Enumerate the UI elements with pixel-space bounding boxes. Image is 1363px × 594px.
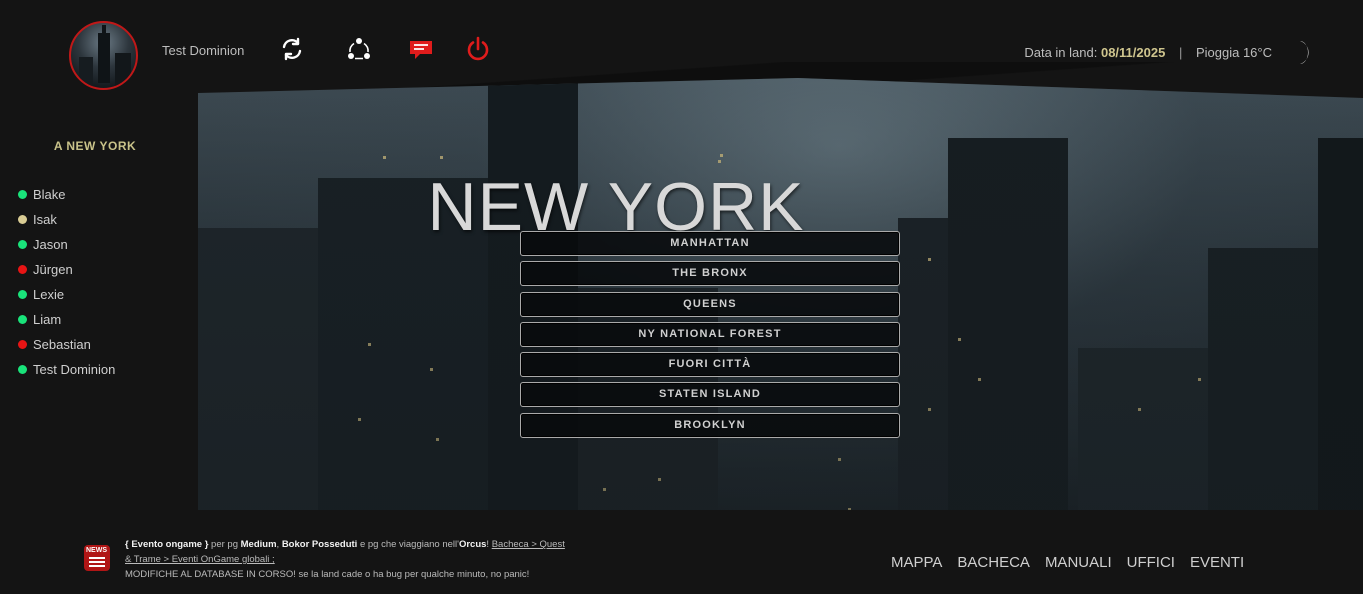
land-info: Data in land: 08/11/2025 | Pioggia 16°C xyxy=(1024,45,1272,60)
news-icon[interactable]: NEWS xyxy=(84,545,110,571)
news-line-2: MODIFICHE AL DATABASE IN CORSO! se la la… xyxy=(125,569,530,580)
land-date: 08/11/2025 xyxy=(1100,45,1166,60)
news-ticker: { Evento ongame } per pg Medium, Bokor P… xyxy=(125,537,565,582)
online-sidebar: A NEW YORK Blake Isak Jason Jürgen Lexie Liam… xyxy=(0,100,198,510)
district-button[interactable]: BROOKLYN xyxy=(520,412,900,438)
avatar-building xyxy=(115,53,131,88)
share-icon[interactable] xyxy=(346,36,372,62)
online-user-item[interactable]: Liam xyxy=(18,307,115,332)
status-dot-icon xyxy=(18,265,27,274)
news-event-tag: { Evento ongame } xyxy=(125,539,209,550)
news-bokor: Bokor Posseduti xyxy=(281,539,358,550)
district-button[interactable]: NY NATIONAL FOREST xyxy=(520,321,900,347)
district-button[interactable]: FUORI CITTÀ xyxy=(520,352,900,378)
avatar[interactable] xyxy=(69,21,138,90)
power-icon[interactable] xyxy=(465,36,491,62)
online-user-item[interactable]: Sebastian xyxy=(18,332,115,357)
status-dot-icon xyxy=(18,365,27,374)
online-user-name: Sebastian xyxy=(33,337,91,352)
refresh-icon[interactable] xyxy=(279,36,305,62)
online-user-item[interactable]: Test Dominion xyxy=(18,357,115,382)
news-orcus: Orcus xyxy=(458,539,487,550)
avatar-tower xyxy=(98,25,110,83)
messages-icon[interactable] xyxy=(408,36,434,62)
news-text: e pg che viaggiano nell' xyxy=(357,539,459,550)
status-dot-icon xyxy=(18,315,27,324)
news-medium: Medium xyxy=(240,539,277,550)
status-dot-icon xyxy=(18,290,27,299)
avatar-building xyxy=(79,57,93,87)
news-text: per pg xyxy=(208,539,241,550)
date-label: Data in land: xyxy=(1024,45,1098,60)
district-menu: MANHATTAN THE BRONX QUEENS NY NATIONAL FORE… xyxy=(520,231,900,443)
location-title: A NEW YORK xyxy=(53,139,137,153)
nav-link-manuali[interactable]: MANUALI xyxy=(1045,554,1112,571)
weather-text: Pioggia 16°C xyxy=(1195,45,1272,60)
district-button[interactable]: QUEENS xyxy=(520,291,900,317)
separator: | xyxy=(1178,45,1183,60)
moon-phase-icon xyxy=(1300,41,1309,64)
nav-link-uffici[interactable]: UFFICI xyxy=(1127,554,1175,571)
online-user-name: Lexie xyxy=(33,287,65,302)
nav-link-eventi[interactable]: EVENTI xyxy=(1190,554,1244,571)
nav-link-mappa[interactable]: MAPPA xyxy=(891,554,942,571)
footer-nav: MAPPA BACHECA MANUALI UFFICI EVENTI xyxy=(891,554,1244,571)
nav-link-bacheca[interactable]: BACHECA xyxy=(957,554,1030,571)
status-dot-icon xyxy=(18,340,27,349)
district-button[interactable]: THE BRONX xyxy=(520,261,900,287)
online-user-name: Test Dominion xyxy=(33,362,116,377)
online-user-name: Jürgen xyxy=(33,262,73,277)
online-user-name: Liam xyxy=(33,312,62,327)
footer-bar: NEWS { Evento ongame } per pg Medium, Bo… xyxy=(0,510,1363,594)
online-user-item[interactable]: Jürgen xyxy=(18,257,115,282)
username[interactable]: Test Dominion xyxy=(162,43,244,58)
online-user-item[interactable]: Lexie xyxy=(18,282,115,307)
district-button[interactable]: MANHATTAN xyxy=(520,231,900,256)
district-button[interactable]: STATEN ISLAND xyxy=(520,382,900,408)
